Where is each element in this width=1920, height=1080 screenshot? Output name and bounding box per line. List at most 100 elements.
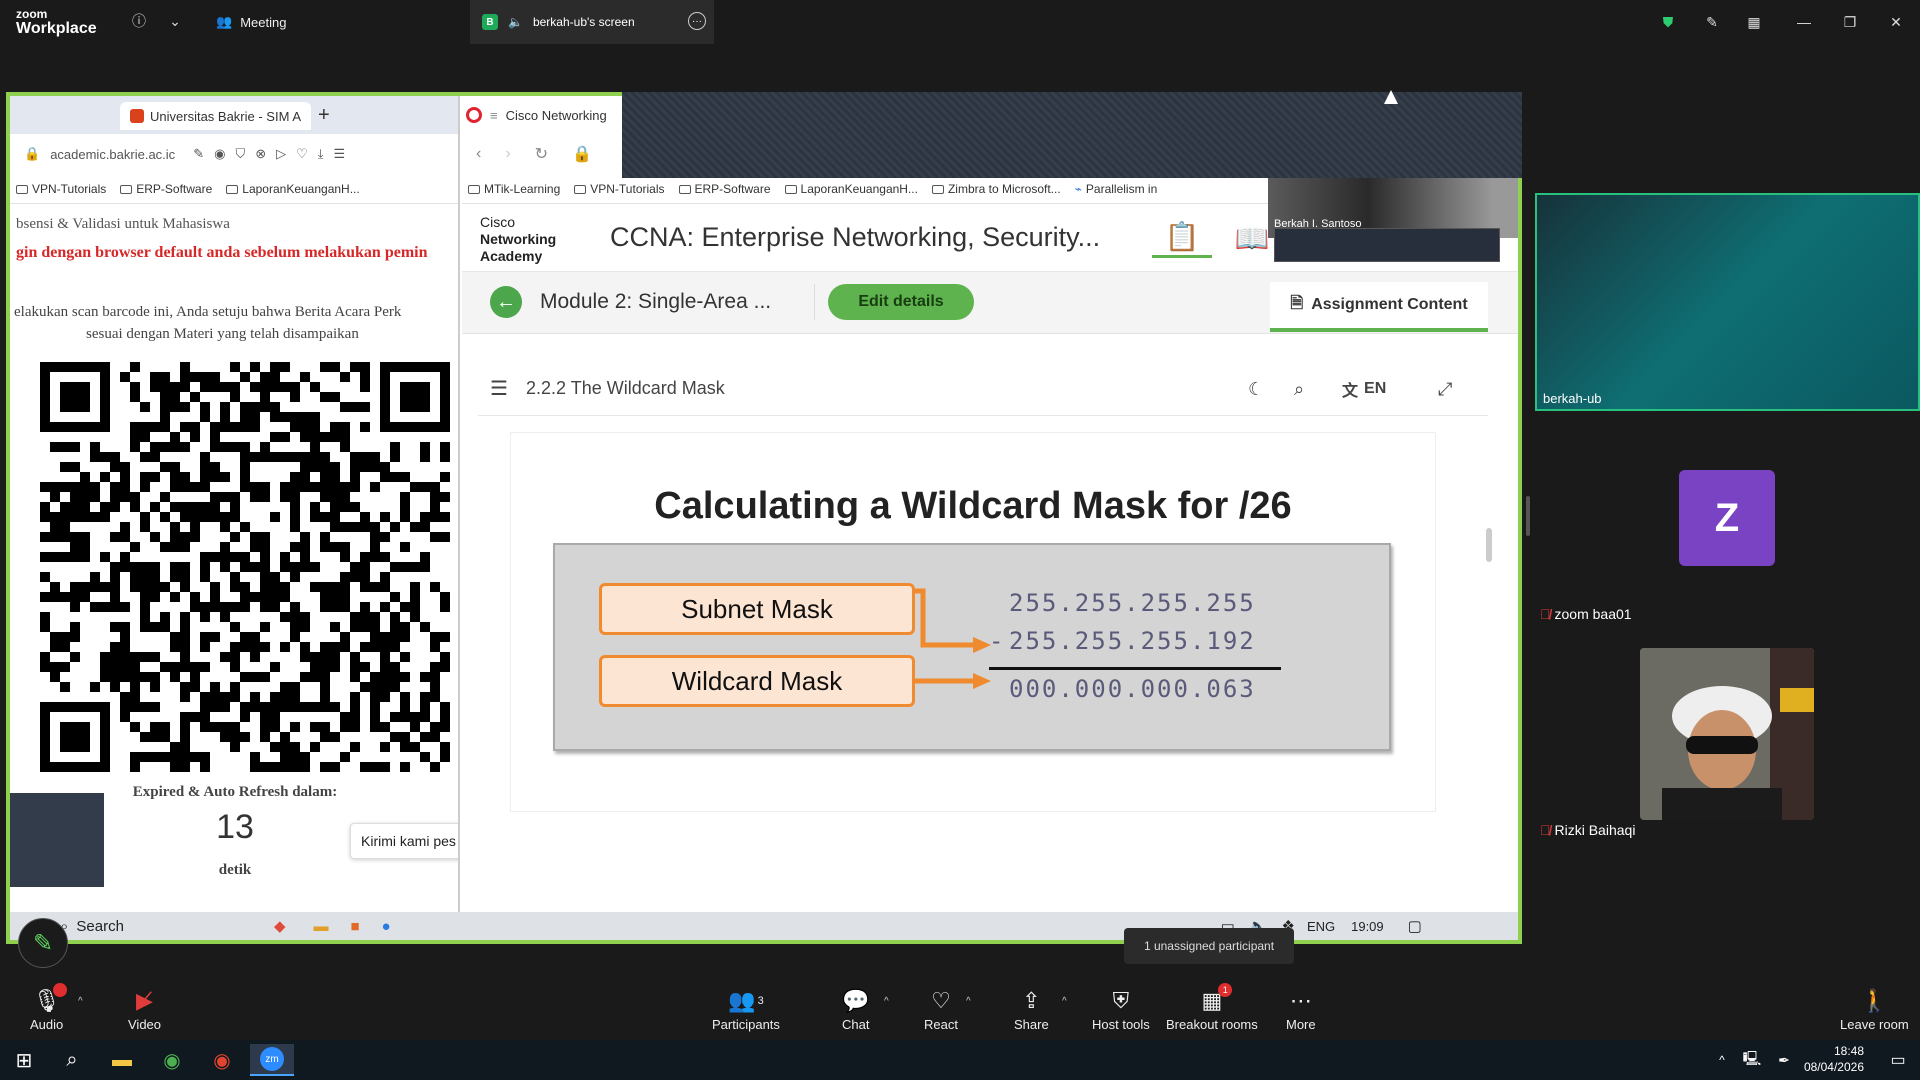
clipboard-icon[interactable]: 📋 — [1152, 218, 1212, 258]
file-explorer-icon[interactable]: ▬ — [100, 1044, 144, 1076]
chrome-profile-icon[interactable]: ◉ — [200, 1044, 244, 1076]
ip-subnet-26: 255.255.255.192 — [1009, 627, 1256, 655]
vpn-icon[interactable]: ⊗ — [255, 146, 266, 162]
chat-options-caret[interactable]: ^ — [884, 996, 889, 1007]
annotate-pen-icon[interactable]: ✎ — [1700, 10, 1724, 34]
cisco-logo[interactable]: Cisco Networking Academy — [480, 214, 556, 265]
share-options-caret[interactable]: ^ — [1062, 996, 1067, 1007]
participants-button[interactable]: 👥 3 Participants — [712, 980, 780, 1040]
toc-menu-icon[interactable]: ☰ — [490, 376, 508, 401]
audio-button[interactable]: 🎙 Audio — [30, 980, 67, 1040]
info-icon[interactable]: ⓘ — [128, 10, 150, 32]
share-button[interactable]: ⇪ Share — [1014, 980, 1049, 1040]
video-button[interactable]: ▶̸ Video — [128, 980, 161, 1040]
react-button[interactable]: ♡ React — [924, 980, 958, 1040]
divider — [814, 284, 815, 320]
camera-icon[interactable]: ◉ — [214, 146, 225, 162]
slide-title: Calculating a Wildcard Mask for /26 — [654, 485, 1292, 527]
shield-check-icon[interactable]: ⛊ — [1656, 10, 1680, 34]
shield-icon[interactable]: ⛉ — [235, 146, 245, 162]
heart-icon[interactable]: ♡ — [296, 146, 308, 162]
wildcard-diagram: Subnet Mask Wildcard Mask 255.255.255.25… — [553, 543, 1391, 751]
new-tab-icon[interactable]: + — [318, 104, 330, 127]
chrome-icon[interactable]: ◉ — [150, 1044, 194, 1076]
bookmark-item[interactable]: MTik-Learning — [468, 182, 560, 196]
bookmark-item[interactable]: Zimbra to Microsoft... — [931, 182, 1061, 196]
play-icon[interactable]: ▷ — [276, 146, 286, 162]
browser-tab-cisco[interactable]: ≡ Cisco Networking — [466, 96, 607, 134]
participant-video-rizki[interactable] — [1640, 648, 1814, 820]
bookmark-item[interactable]: ⌁ Parallelism in — [1075, 182, 1158, 196]
subnet-mask-box: Subnet Mask — [599, 583, 915, 635]
restore-icon[interactable]: ❐ — [1838, 10, 1862, 34]
breakout-rooms-button[interactable]: ▦ 1 Breakout rooms — [1166, 980, 1258, 1040]
back-arrow-icon[interactable]: ← — [490, 286, 522, 318]
forward-arrow-icon[interactable]: › — [505, 145, 510, 163]
dark-mode-icon[interactable]: ☾ — [1248, 376, 1264, 402]
windows-start-icon[interactable]: ⊞ — [2, 1044, 46, 1076]
wildcard-mask-box: Wildcard Mask — [599, 655, 915, 707]
browser-tab-sim[interactable]: Universitas Bakrie - SIM A — [120, 102, 311, 130]
bookmark-item[interactable]: VPN-Tutorials — [16, 182, 106, 196]
module-row: ← Module 2: Single-Area ... Edit details… — [462, 272, 1518, 334]
mic-muted-icon: 🎙̸ — [1540, 606, 1551, 622]
menu-icon[interactable]: ☰ — [334, 146, 346, 162]
bookmark-item[interactable]: LaporanKeuanganH... — [784, 182, 918, 196]
scrollbar-thumb[interactable] — [1486, 528, 1492, 562]
unassigned-participant-tooltip: 1 unassigned participant — [1124, 928, 1294, 964]
audio-options-caret[interactable]: ^ — [78, 996, 83, 1007]
view-layout-icon[interactable]: ▦ — [1742, 10, 1766, 34]
zoom-app-icon[interactable]: zm — [250, 1044, 294, 1076]
host-tools-button[interactable]: ⛨ Host tools — [1092, 980, 1150, 1040]
tab-meeting[interactable]: 👥 Meeting — [216, 8, 286, 36]
bookmark-item[interactable]: ERP-Software — [120, 182, 212, 196]
notifications-icon[interactable]: ▭ — [1876, 1044, 1920, 1076]
course-title: CCNA: Enterprise Networking, Security... — [610, 222, 1101, 252]
book-icon[interactable]: 📖 — [1232, 218, 1272, 258]
tab-shared-screen[interactable]: B 🔈 berkah-ub's screen ··· — [470, 0, 714, 44]
edit-icon[interactable]: ✎ — [193, 146, 204, 162]
close-icon[interactable]: ✕ — [1884, 10, 1908, 34]
participant-photo — [1640, 648, 1814, 820]
bookmark-item[interactable]: LaporanKeuanganH... — [226, 182, 360, 196]
redacted-bar — [1274, 228, 1500, 262]
more-options-icon[interactable]: ··· — [688, 12, 706, 30]
react-options-caret[interactable]: ^ — [966, 996, 971, 1007]
chat-button[interactable]: 💬 Chat — [842, 980, 869, 1040]
fullscreen-icon[interactable]: ⤢ — [1438, 376, 1452, 402]
leave-room-button[interactable]: 🚶 Leave room — [1840, 980, 1909, 1040]
windows-clock[interactable]: 18:48 08/04/2026 — [1804, 1043, 1864, 1075]
bookmark-item[interactable]: VPN-Tutorials — [574, 182, 665, 196]
chevron-down-icon[interactable]: ⌄ — [164, 10, 186, 32]
back-arrow-icon[interactable]: ‹ — [476, 145, 481, 163]
search-icon[interactable]: ⌕ — [1294, 376, 1304, 402]
browser-address-bar[interactable]: 🔒 academic.bakrie.ac.ic ✎ ◉ ⛉ ⊗ ▷ ♡ ⤓ ☰ — [10, 134, 458, 174]
reload-icon[interactable]: ↻ — [535, 144, 548, 164]
shield-icon: ⛨ — [1112, 987, 1130, 1013]
browser-tab-cisco-title: Cisco Networking — [505, 107, 607, 123]
search-icon[interactable]: ⌕ — [50, 1044, 94, 1076]
pen-icon[interactable]: ✒ — [1762, 1044, 1806, 1076]
lesson-slide: Calculating a Wildcard Mask for /26 Subn… — [510, 432, 1436, 812]
taskbar-app-icon: ● — [381, 917, 391, 935]
left-browser-window: Universitas Bakrie - SIM A + 🔒 academic.… — [10, 96, 460, 940]
more-options-icon: ⋯ — [1289, 987, 1312, 1013]
chat-prompt-bubble[interactable]: Kirimi kami pes — [350, 823, 458, 859]
screen-owner-badge: B — [482, 14, 498, 30]
download-icon[interactable]: ⤓ — [318, 146, 324, 162]
annotate-pen-button[interactable]: ✎ — [18, 918, 68, 968]
bookmark-item[interactable]: ERP-Software — [678, 182, 771, 196]
opera-icon — [466, 107, 482, 123]
ip-subnet-all: 255.255.255.255 — [1009, 589, 1256, 617]
subtraction-line — [989, 667, 1281, 670]
participant-tile-active[interactable]: berkah-ub — [1535, 193, 1920, 411]
tab-assignment-content[interactable]: 🗎 Assignment Content — [1270, 282, 1488, 332]
minimize-icon[interactable]: — — [1792, 10, 1816, 34]
ip-wildcard-result: 000.000.000.063 — [1009, 675, 1256, 703]
edit-details-button[interactable]: Edit details — [828, 284, 974, 320]
more-button[interactable]: ⋯ More — [1286, 980, 1316, 1040]
gallery-resize-handle[interactable] — [1526, 496, 1530, 536]
avatar[interactable]: Z — [1679, 470, 1775, 566]
topic-toolbar: ☰ 2.2.2 The Wildcard Mask ☾ ⌕ 文 EN ⤢ — [478, 362, 1488, 416]
language-selector[interactable]: 文 EN — [1342, 376, 1386, 402]
